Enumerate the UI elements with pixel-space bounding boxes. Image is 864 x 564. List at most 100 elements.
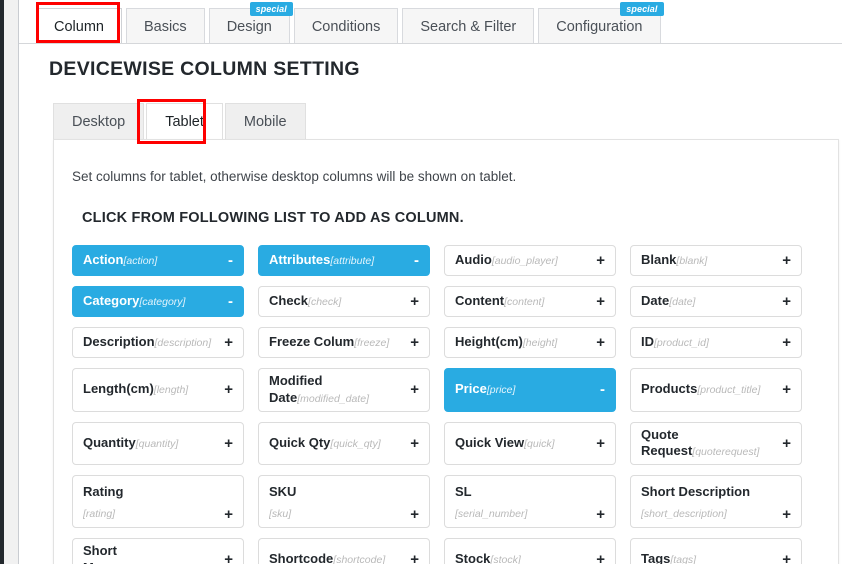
column-chip-labels: Quantity[quantity]	[83, 435, 218, 452]
right-margin	[842, 0, 864, 564]
column-chip[interactable]: Freeze Colum[freeze] +	[258, 327, 430, 358]
column-chip[interactable]: Attributes[attribute] -	[258, 245, 430, 276]
add-column-icon[interactable]: +	[224, 552, 233, 564]
add-column-icon[interactable]: +	[596, 253, 605, 268]
main-tab-configuration[interactable]: Configuration special	[538, 2, 664, 44]
column-chip[interactable]: Length(cm)[length] +	[72, 368, 244, 412]
column-chip-slug: [content]	[504, 296, 545, 309]
add-column-icon[interactable]: +	[410, 294, 419, 309]
column-chip-labels: Rating [rating]	[83, 482, 218, 523]
column-chip[interactable]: Price[price] -	[444, 368, 616, 412]
column-chip[interactable]: Products[product_title] +	[630, 368, 802, 412]
add-column-icon[interactable]: +	[782, 294, 791, 309]
add-column-icon[interactable]: +	[410, 436, 419, 451]
add-column-icon[interactable]: +	[782, 335, 791, 350]
special-badge: special	[620, 2, 664, 16]
add-column-icon[interactable]: +	[410, 335, 419, 350]
column-chip-labels: Freeze Colum[freeze]	[269, 334, 404, 351]
add-column-icon[interactable]: +	[410, 507, 419, 522]
add-column-icon[interactable]: +	[410, 382, 419, 397]
add-column-icon[interactable]: +	[224, 507, 233, 522]
column-chip-name: Products	[641, 381, 698, 397]
column-chip[interactable]: Category[category] -	[72, 286, 244, 317]
column-chip[interactable]: Audio[audio_player] +	[444, 245, 616, 276]
column-chip-labels: Date[date]	[641, 293, 776, 310]
column-chip-labels: Quote Request[quoterequest]	[641, 427, 776, 461]
column-chip-slug: [product_id]	[654, 337, 709, 350]
column-chip-name: Short Message	[83, 542, 138, 564]
column-chip-name: Stock	[455, 551, 491, 564]
column-chip[interactable]: SKU [sku] +	[258, 475, 430, 528]
column-chip[interactable]: Quote Request[quoterequest] +	[630, 421, 802, 466]
column-chip[interactable]: Action[action] -	[72, 245, 244, 276]
add-column-icon[interactable]: +	[410, 552, 419, 564]
column-chip-slug: [quoterequest]	[692, 446, 760, 459]
add-column-icon[interactable]: +	[224, 382, 233, 397]
column-chip-slug: [quantity]	[135, 437, 179, 450]
add-column-icon[interactable]: +	[224, 335, 233, 350]
column-chip[interactable]: Content[content] +	[444, 286, 616, 317]
remove-column-icon[interactable]: -	[414, 253, 419, 268]
column-chip[interactable]: Quick Qty[quick_qty] +	[258, 421, 430, 466]
main-tab-conditions[interactable]: Conditions	[293, 8, 399, 44]
column-chip-name: Attributes	[269, 252, 331, 268]
add-column-icon[interactable]: +	[596, 436, 605, 451]
column-chip[interactable]: Blank[blank] +	[630, 245, 802, 276]
main-tab-basics[interactable]: Basics	[125, 8, 205, 44]
device-tab-mobile[interactable]: Mobile	[224, 103, 306, 140]
column-chip[interactable]: Shortcode[shortcode] +	[258, 537, 430, 564]
remove-column-icon[interactable]: -	[228, 253, 233, 268]
column-chip-name: Category	[83, 293, 140, 309]
add-column-icon[interactable]: +	[782, 552, 791, 564]
add-column-icon[interactable]: +	[782, 382, 791, 397]
column-chip-name: Length(cm)	[83, 381, 154, 397]
column-chip-slug: [serial_number]	[455, 507, 528, 520]
column-chip[interactable]: ID[product_id] +	[630, 327, 802, 358]
column-chip-slug: [quick]	[524, 437, 555, 450]
remove-column-icon[interactable]: -	[600, 382, 605, 397]
tab-bar-underline	[19, 43, 864, 44]
column-chip[interactable]: Tags[tags] +	[630, 537, 802, 564]
remove-column-icon[interactable]: -	[228, 294, 233, 309]
main-tab-search-filter[interactable]: Search & Filter	[402, 8, 535, 44]
column-chip-labels: SKU [sku]	[269, 482, 404, 523]
special-badge: special	[249, 2, 293, 16]
column-chip-labels: Price[price]	[455, 381, 594, 398]
add-column-icon[interactable]: +	[224, 436, 233, 451]
main-tab-column[interactable]: Column	[36, 8, 122, 44]
column-chip-name: Price	[455, 381, 487, 397]
column-chip-name: Blank	[641, 252, 677, 268]
main-tab-label: Basics	[143, 18, 187, 35]
add-column-icon[interactable]: +	[782, 507, 791, 522]
column-chip-labels: Content[content]	[455, 293, 590, 310]
column-chip-slug: [audio_player]	[491, 255, 558, 268]
column-chip-name: Quantity	[83, 434, 136, 450]
column-chip[interactable]: Short Description [short_description] +	[630, 475, 802, 528]
column-chip[interactable]: Height(cm)[height] +	[444, 327, 616, 358]
device-tab-desktop[interactable]: Desktop	[53, 103, 145, 140]
column-chip[interactable]: Rating [rating] +	[72, 475, 244, 528]
column-chip-labels: Short Description [short_description]	[641, 482, 776, 523]
add-column-icon[interactable]: +	[596, 552, 605, 564]
add-column-icon[interactable]: +	[596, 335, 605, 350]
main-tab-label: Column	[54, 18, 104, 35]
column-chip-slug: [rating]	[83, 507, 116, 520]
column-chip[interactable]: Modified Date[modified_date] +	[258, 368, 430, 412]
add-column-icon[interactable]: +	[596, 294, 605, 309]
column-chip-name: Tags	[641, 551, 671, 564]
add-column-icon[interactable]: +	[782, 436, 791, 451]
device-tab-label: Tablet	[165, 114, 204, 130]
add-column-icon[interactable]: +	[782, 253, 791, 268]
column-chip[interactable]: Short Message[message] +	[72, 537, 244, 564]
column-chip[interactable]: SL [serial_number] +	[444, 475, 616, 528]
column-chip[interactable]: Check[check] +	[258, 286, 430, 317]
add-column-icon[interactable]: +	[596, 507, 605, 522]
main-tab-design[interactable]: Design special	[208, 2, 293, 44]
column-chip[interactable]: Quantity[quantity] +	[72, 421, 244, 466]
device-tab-tablet[interactable]: Tablet	[146, 103, 223, 140]
column-chip-slug: [description]	[154, 337, 212, 350]
column-chip[interactable]: Stock[stock] +	[444, 537, 616, 564]
column-chip[interactable]: Quick View[quick] +	[444, 421, 616, 466]
column-chip[interactable]: Date[date] +	[630, 286, 802, 317]
column-chip[interactable]: Description[description] +	[72, 327, 244, 358]
